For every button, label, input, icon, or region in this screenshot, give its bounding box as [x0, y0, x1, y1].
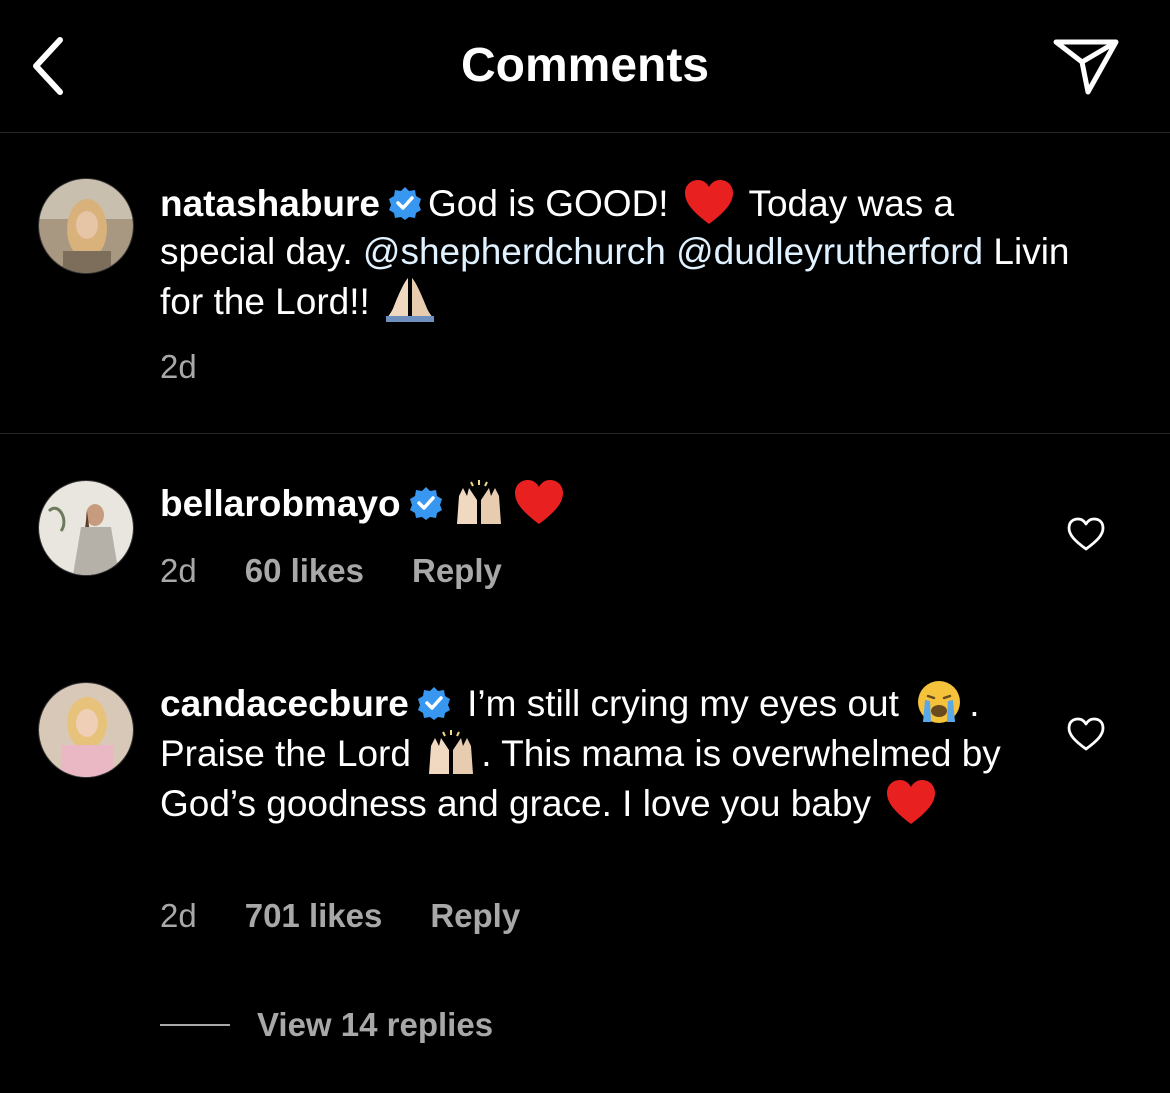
like-button[interactable]	[1064, 512, 1108, 556]
header-bar: Comments	[0, 0, 1170, 133]
view-replies-label: View 14 replies	[257, 1006, 494, 1043]
heart-outline-icon	[1067, 717, 1105, 751]
view-replies-button[interactable]: View 14 replies	[160, 1005, 493, 1045]
comment-meta: 2d 60 likes Reply	[160, 551, 550, 591]
likes-count[interactable]: 701 likes	[245, 897, 383, 934]
verified-badge-icon	[417, 687, 450, 720]
avatar[interactable]	[38, 178, 134, 274]
mention-link[interactable]: @shepherdchurch	[363, 231, 666, 272]
likes-count[interactable]: 60 likes	[245, 552, 364, 589]
mention-link[interactable]: @dudleyrutherford	[676, 231, 983, 272]
raising-hands-icon	[456, 480, 501, 524]
heart-outline-icon	[1067, 517, 1105, 551]
red-heart-icon	[514, 480, 563, 524]
timestamp: 2d	[160, 897, 197, 934]
paper-plane-icon	[1053, 39, 1119, 95]
comment-text: candacecbure I’m still crying my eyes ou…	[160, 678, 1070, 828]
comment-text-part: I’m still crying my eyes out	[456, 683, 910, 724]
post-caption: natashabure God is GOOD! Today was a spec…	[0, 133, 1170, 434]
avatar[interactable]	[38, 480, 134, 576]
folded-hands-icon	[386, 278, 435, 322]
verified-badge-icon	[389, 187, 422, 220]
reply-button[interactable]: Reply	[412, 552, 502, 589]
timestamp: 2d	[160, 348, 197, 385]
comment-meta: 2d 701 likes Reply	[160, 896, 568, 936]
caption-text: natashabure God is GOOD! Today was a spec…	[160, 178, 1070, 326]
reply-button[interactable]: Reply	[430, 897, 520, 934]
page-title: Comments	[460, 39, 710, 92]
caption-meta: 2d	[160, 347, 245, 387]
username[interactable]: candacecbure	[160, 683, 409, 724]
avatar[interactable]	[38, 682, 134, 778]
red-heart-icon	[887, 780, 936, 824]
comment-text: bellarobmayo	[160, 478, 1070, 528]
like-button[interactable]	[1064, 712, 1108, 756]
username[interactable]: natashabure	[160, 183, 380, 224]
timestamp: 2d	[160, 552, 197, 589]
red-heart-icon	[684, 180, 733, 224]
raising-hands-icon	[429, 730, 474, 774]
caption-text-part: God is GOOD!	[428, 183, 669, 224]
username[interactable]: bellarobmayo	[160, 483, 401, 524]
divider-line	[160, 1024, 230, 1026]
verified-badge-icon	[409, 487, 442, 520]
loudly-crying-face-icon	[918, 681, 961, 723]
share-button[interactable]	[1048, 30, 1124, 102]
